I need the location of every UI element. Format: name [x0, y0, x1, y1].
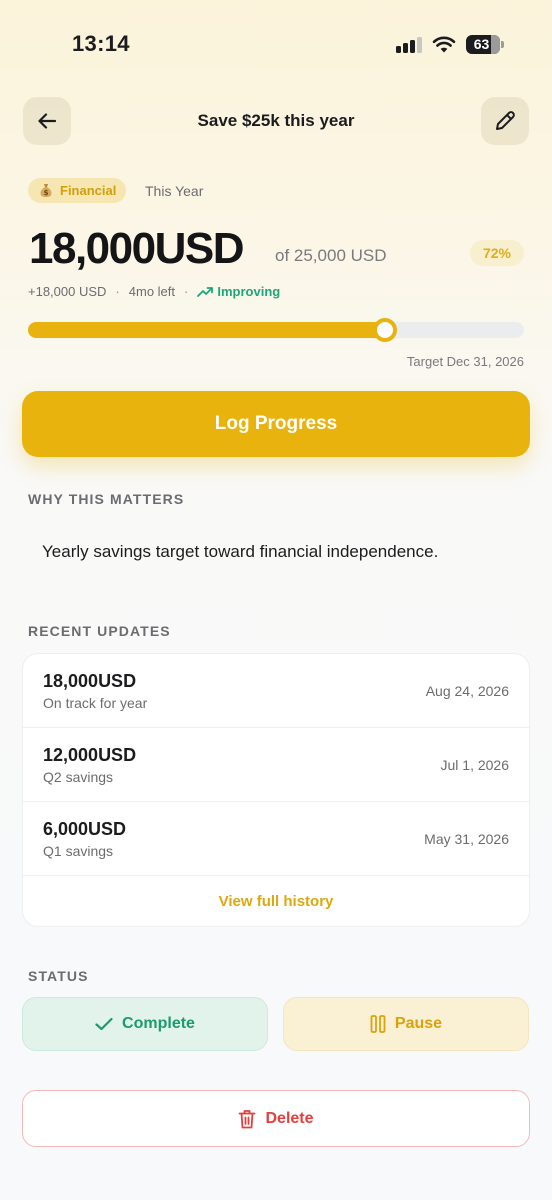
battery-level: 63 [473, 36, 490, 52]
target-amount: of 25,000 USD [275, 246, 387, 265]
updates-section-heading: RECENT UPDATES [28, 623, 171, 639]
why-description: Yearly savings target toward financial i… [42, 542, 439, 561]
update-row[interactable]: 18,000USD On track for year Aug 24, 2026 [23, 654, 529, 728]
log-progress-button[interactable]: Log Progress [22, 391, 530, 457]
trash-icon [239, 1109, 256, 1128]
separator-dot: · [184, 284, 189, 299]
progress-handle [373, 318, 398, 342]
update-amount: 6,000USD [43, 819, 126, 840]
current-amount-value: 18,000 [29, 224, 156, 273]
page-title: Save $25k this year [197, 111, 355, 130]
current-amount: 18,000USD [29, 224, 245, 274]
update-row[interactable]: 6,000USD Q1 savings May 31, 2026 [23, 802, 529, 876]
battery-tip [501, 41, 504, 48]
complete-button[interactable]: Complete [22, 997, 268, 1051]
category-label: Financial [60, 183, 117, 198]
separator-dot: · [115, 284, 120, 299]
checkmark-icon [95, 1017, 113, 1031]
update-note: Q2 savings [43, 769, 114, 785]
update-amount-value: 6,000 [43, 819, 89, 839]
update-amount: 18,000USD [43, 671, 136, 692]
period-label: This Year [145, 183, 204, 199]
svg-text:$: $ [44, 189, 49, 197]
update-date: Aug 24, 2026 [425, 683, 509, 699]
status-time: 13:14 [72, 31, 130, 56]
update-date: May 31, 2026 [424, 831, 509, 847]
category-chip: $ Financial [28, 178, 127, 203]
update-amount-unit: USD [88, 819, 127, 839]
progress-fill [28, 322, 390, 338]
updates-card: 18,000USD On track for year Aug 24, 2026… [22, 653, 530, 927]
view-full-history-link[interactable]: View full history [23, 876, 529, 926]
progress-bar [28, 318, 524, 342]
trend-label: Improving [217, 284, 281, 299]
money-bag-icon: $ [40, 184, 52, 197]
update-date: Jul 1, 2026 [440, 757, 510, 773]
status-section-heading: STATUS [28, 968, 89, 984]
progress-meta: +18,000 USD · 4mo left · Improving [28, 284, 280, 299]
change-amount: +18,000 USD [28, 284, 107, 299]
trending-up-icon [197, 286, 214, 297]
target-date: Target Dec 31, 2026 [406, 354, 524, 369]
wifi-icon [432, 36, 456, 53]
pause-icon [370, 1015, 386, 1033]
edit-button[interactable] [481, 97, 529, 145]
update-amount-unit: USD [98, 745, 137, 765]
pause-button[interactable]: Pause [283, 997, 529, 1051]
percent-badge: 72% [470, 240, 524, 266]
delete-label: Delete [265, 1109, 314, 1127]
current-amount-unit: USD [154, 224, 245, 273]
update-amount-unit: USD [98, 671, 137, 691]
update-amount: 12,000USD [43, 745, 136, 766]
delete-button[interactable]: Delete [22, 1090, 530, 1147]
complete-label: Complete [122, 1015, 195, 1032]
battery-icon: 63 [466, 35, 500, 54]
pencil-icon [496, 111, 515, 130]
cellular-signal-icon [396, 36, 424, 53]
update-note: On track for year [43, 695, 148, 711]
update-amount-value: 18,000 [43, 671, 99, 691]
update-note: Q1 savings [43, 843, 114, 859]
update-row[interactable]: 12,000USD Q2 savings Jul 1, 2026 [23, 728, 529, 802]
pause-label: Pause [394, 1015, 443, 1032]
time-left: 4mo left [128, 284, 176, 299]
trend-indicator: Improving [197, 284, 280, 299]
update-amount-value: 12,000 [43, 745, 99, 765]
why-section-heading: WHY THIS MATTERS [28, 491, 185, 507]
